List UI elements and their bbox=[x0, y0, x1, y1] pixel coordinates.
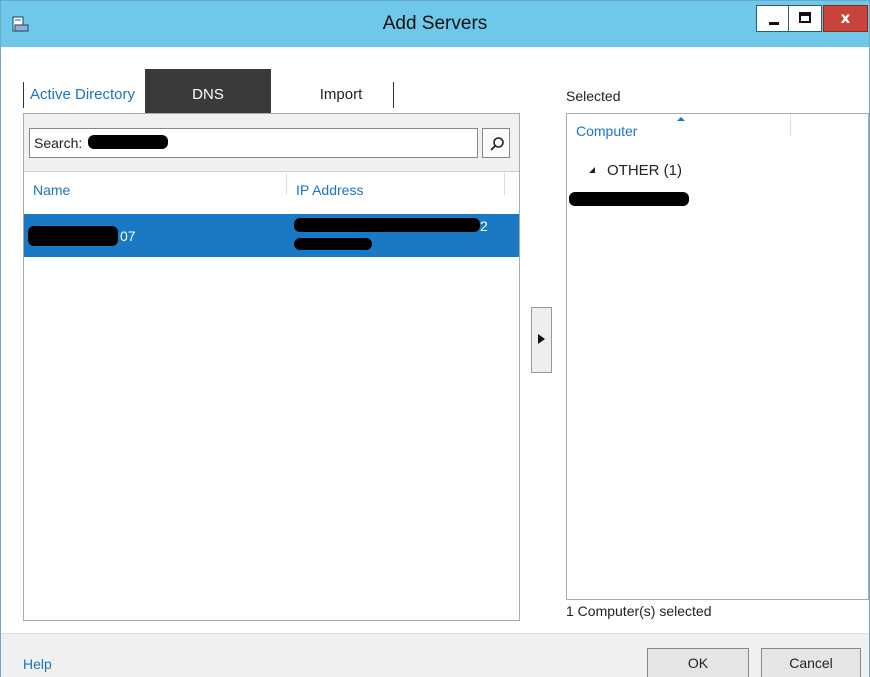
tab-dns[interactable]: DNS bbox=[145, 69, 271, 113]
maximize-icon bbox=[799, 12, 811, 23]
row-ip-cell: 2 bbox=[294, 216, 519, 256]
selection-count: 1 Computer(s) selected bbox=[566, 603, 712, 619]
search-results-panel: Search: Name IP Address 07 2 bbox=[23, 113, 520, 621]
window-title: Add Servers bbox=[382, 13, 488, 34]
maximize-button[interactable] bbox=[789, 5, 822, 32]
table-row[interactable]: 07 2 bbox=[24, 214, 519, 257]
row-name-suffix: 07 bbox=[120, 228, 136, 244]
search-icon bbox=[490, 137, 504, 151]
tab-divider bbox=[393, 82, 394, 108]
group-header[interactable]: OTHER (1) bbox=[589, 162, 682, 179]
search-button[interactable] bbox=[482, 128, 510, 158]
tab-active-directory[interactable]: Active Directory bbox=[23, 82, 145, 108]
column-divider bbox=[286, 173, 287, 195]
minimize-icon bbox=[769, 22, 779, 25]
selected-panel: Computer OTHER (1) bbox=[566, 113, 869, 600]
dialog-footer: Help OK Cancel bbox=[1, 633, 869, 677]
results-column-header: Name IP Address bbox=[24, 173, 519, 213]
close-button[interactable]: x bbox=[823, 5, 868, 32]
close-icon: x bbox=[840, 9, 851, 27]
tab-import[interactable]: Import bbox=[271, 82, 411, 108]
expand-collapse-icon[interactable] bbox=[589, 167, 595, 173]
row-ip-suffix: 2 bbox=[480, 218, 488, 234]
redacted-name bbox=[28, 226, 118, 246]
search-row: Search: bbox=[24, 114, 519, 172]
cancel-button[interactable]: Cancel bbox=[761, 648, 861, 677]
column-divider bbox=[790, 114, 791, 136]
row-name-cell: 07 bbox=[24, 226, 254, 246]
title-bar[interactable]: Add Servers x bbox=[1, 1, 869, 47]
ok-button[interactable]: OK bbox=[647, 648, 749, 677]
add-servers-window: Add Servers x Active Directory DNS Impor… bbox=[0, 0, 870, 677]
selected-label: Selected bbox=[566, 88, 621, 104]
search-value-redacted bbox=[88, 135, 168, 149]
search-input[interactable]: Search: bbox=[29, 128, 478, 158]
sort-ascending-icon bbox=[677, 117, 685, 121]
column-name[interactable]: Name bbox=[33, 182, 70, 198]
search-label: Search: bbox=[34, 135, 83, 151]
redacted-ip-line1 bbox=[294, 218, 480, 232]
help-link[interactable]: Help bbox=[23, 656, 52, 672]
redacted-ip-line2 bbox=[294, 238, 372, 250]
column-ip-address[interactable]: IP Address bbox=[296, 182, 363, 198]
column-divider bbox=[504, 173, 505, 195]
arrow-right-icon bbox=[538, 334, 545, 344]
group-label: OTHER (1) bbox=[607, 162, 682, 179]
add-to-selected-button[interactable] bbox=[531, 307, 552, 373]
column-computer[interactable]: Computer bbox=[576, 123, 637, 139]
minimize-button[interactable] bbox=[756, 5, 789, 32]
selected-computer-item[interactable] bbox=[569, 192, 689, 206]
